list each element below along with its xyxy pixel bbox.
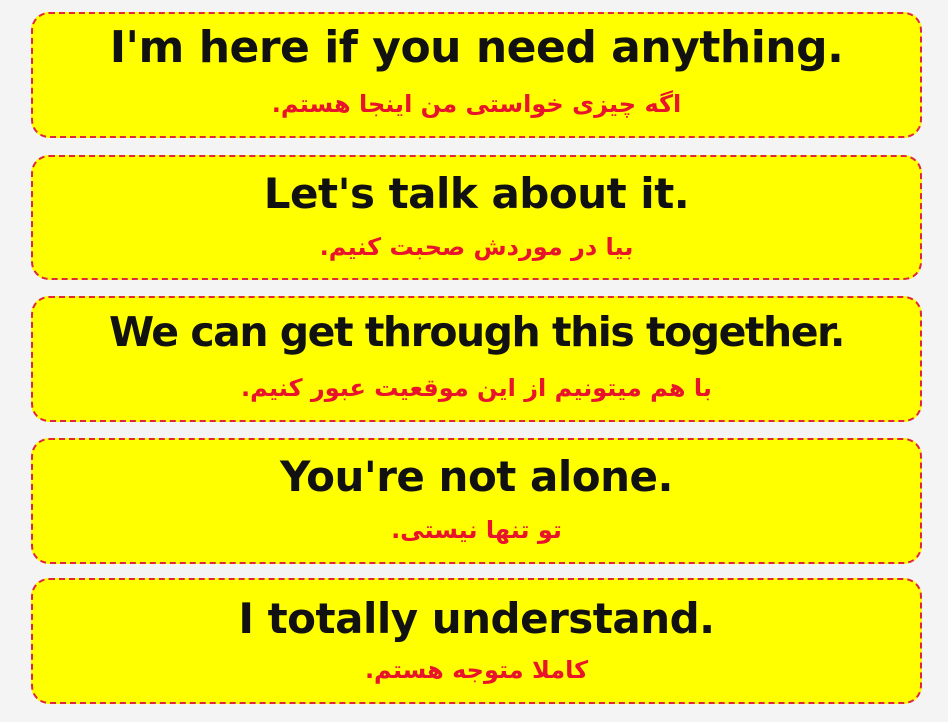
- phrase-card-1: I'm here if you need anything. اگه چیزی …: [31, 12, 922, 138]
- persian-translation: تو تنها نیستی.: [391, 516, 562, 544]
- english-phrase: We can get through this together.: [109, 308, 845, 356]
- persian-translation: اگه چیزی خواستی من اینجا هستم.: [271, 90, 682, 118]
- phrase-card-5: I totally understand. کاملا متوجه هستم.: [31, 578, 922, 704]
- phrase-card-4: You're not alone. تو تنها نیستی.: [31, 438, 922, 564]
- english-phrase: I totally understand.: [238, 594, 715, 643]
- english-phrase: Let's talk about it.: [263, 169, 690, 218]
- persian-translation: کاملا متوجه هستم.: [364, 656, 589, 684]
- phrase-card-3: We can get through this together. با هم …: [31, 296, 922, 422]
- phrase-card-2: Let's talk about it. بیا در موردش صحبت ک…: [31, 155, 922, 280]
- persian-translation: بیا در موردش صحبت کنیم.: [319, 233, 634, 261]
- english-phrase: You're not alone.: [280, 452, 673, 501]
- english-phrase: I'm here if you need anything.: [109, 22, 844, 73]
- persian-translation: با هم میتونیم از این موقعیت عبور کنیم.: [241, 374, 712, 402]
